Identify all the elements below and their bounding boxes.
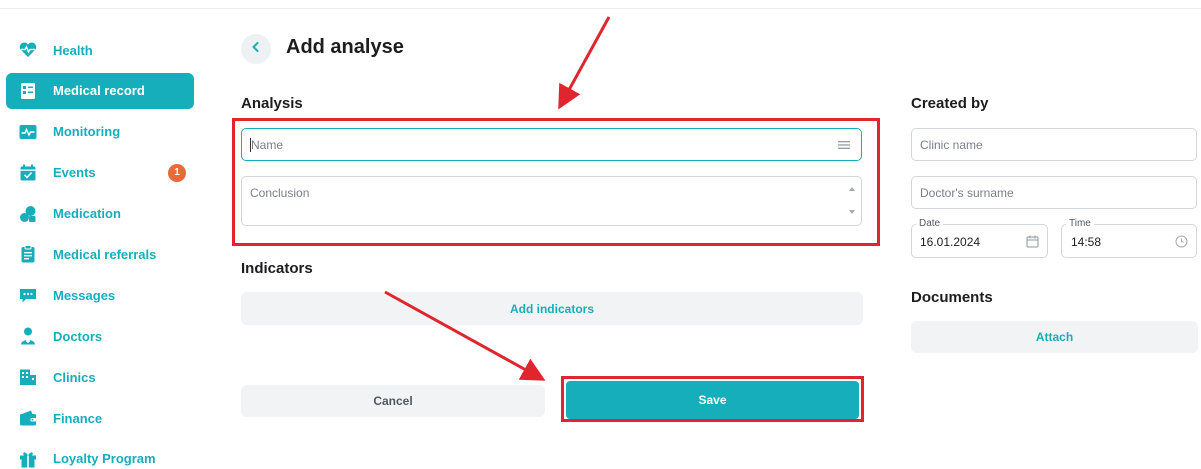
add-indicators-button[interactable]: Add indicators xyxy=(241,292,863,325)
chat-icon xyxy=(18,285,38,305)
sidebar-item-label: Clinics xyxy=(53,369,96,385)
created-by-section-title: Created by xyxy=(911,95,989,112)
sidebar-item-health[interactable]: Health xyxy=(6,32,194,68)
sidebar-item-monitoring[interactable]: Monitoring xyxy=(6,114,194,150)
sidebar-item-label: Monitoring xyxy=(53,124,121,140)
sidebar-item-medical-record[interactable]: Medical record xyxy=(6,72,194,109)
calendar-icon[interactable] xyxy=(1026,235,1039,253)
sidebar: Health Medical record Monitoring Events … xyxy=(6,32,194,469)
conclusion-textarea[interactable]: Conclusion xyxy=(241,176,862,226)
chevron-left-icon xyxy=(250,40,262,58)
date-value: 16.01.2024 xyxy=(920,235,981,249)
attach-button[interactable]: Attach xyxy=(911,321,1198,353)
clinic-name-input[interactable]: Clinic name xyxy=(911,128,1197,161)
top-divider xyxy=(0,8,1201,9)
gift-icon xyxy=(18,449,38,469)
sidebar-item-label: Messages xyxy=(53,287,116,303)
clipboard-icon xyxy=(18,244,38,264)
sidebar-item-medication[interactable]: Medication xyxy=(6,196,194,232)
pills-icon xyxy=(18,204,38,224)
doctor-icon xyxy=(18,326,38,346)
indicators-section-title: Indicators xyxy=(241,260,313,277)
page-title: Add analyse xyxy=(286,36,404,58)
cancel-button[interactable]: Cancel xyxy=(241,385,545,417)
scroll-up-icon[interactable] xyxy=(848,180,856,198)
building-icon xyxy=(18,367,38,387)
arrow-to-analysis xyxy=(558,16,611,110)
sidebar-item-label: Health xyxy=(53,42,93,58)
doctor-surname-placeholder: Doctor's surname xyxy=(920,186,1014,200)
name-input[interactable]: Name xyxy=(241,128,862,161)
date-label: Date xyxy=(916,218,944,229)
sidebar-item-label: Medication xyxy=(53,206,121,222)
time-field[interactable]: Time 14:58 xyxy=(1061,218,1197,258)
sidebar-item-label: Medical referrals xyxy=(53,246,157,262)
sidebar-item-label: Finance xyxy=(53,410,103,426)
sidebar-item-finance[interactable]: Finance xyxy=(6,400,194,436)
sidebar-item-events[interactable]: Events 1 xyxy=(6,155,194,191)
sidebar-item-loyalty-program[interactable]: Loyalty Program xyxy=(6,441,194,469)
sidebar-item-doctors[interactable]: Doctors xyxy=(6,318,194,354)
sidebar-item-label: Medical record xyxy=(53,83,145,99)
scroll-down-icon[interactable] xyxy=(848,203,856,221)
medical-record-icon xyxy=(18,81,38,101)
sidebar-item-medical-referrals[interactable]: Medical referrals xyxy=(6,236,194,272)
list-icon[interactable] xyxy=(837,138,851,157)
calendar-check-icon xyxy=(18,163,38,183)
sidebar-item-clinics[interactable]: Clinics xyxy=(6,359,194,395)
clock-icon[interactable] xyxy=(1175,235,1188,253)
name-placeholder: Name xyxy=(251,138,284,152)
analysis-section-title: Analysis xyxy=(241,95,303,112)
time-value: 14:58 xyxy=(1071,235,1102,249)
clinic-name-placeholder: Clinic name xyxy=(920,138,983,152)
date-field[interactable]: Date 16.01.2024 xyxy=(911,218,1048,258)
sidebar-item-label: Events xyxy=(53,165,96,181)
back-button[interactable] xyxy=(241,34,271,64)
sidebar-item-messages[interactable]: Messages xyxy=(6,277,194,313)
time-label: Time xyxy=(1066,218,1094,229)
doctor-surname-input[interactable]: Doctor's surname xyxy=(911,176,1197,209)
sidebar-item-label: Doctors xyxy=(53,328,103,344)
wallet-icon xyxy=(18,408,38,428)
conclusion-placeholder: Conclusion xyxy=(250,186,310,200)
sidebar-item-label: Loyalty Program xyxy=(53,451,156,467)
documents-section-title: Documents xyxy=(911,289,993,306)
save-button[interactable]: Save xyxy=(566,381,859,419)
monitoring-icon xyxy=(18,122,38,142)
heart-pulse-icon xyxy=(18,40,38,60)
events-count-badge: 1 xyxy=(168,163,186,182)
